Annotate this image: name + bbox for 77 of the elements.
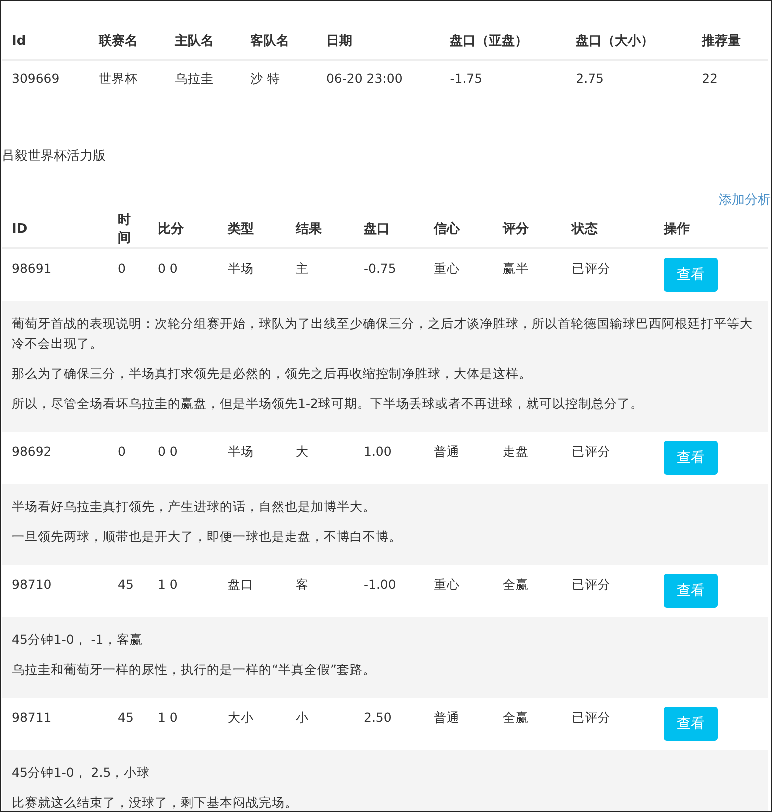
view-button[interactable]: 查看 [664,707,718,741]
table-cell: 已评分 [572,444,611,459]
table-cell: 0 0 [158,261,178,276]
view-button[interactable]: 查看 [664,258,718,292]
table-cell: -1.00 [364,577,396,592]
analysis-text: 半场看好乌拉圭真打领先，产生进球的话，自然也是加博半大。 [12,498,377,516]
column-header: 联赛名 [89,23,165,60]
table-cell: 2.50 [364,710,392,725]
table-cell: 半场 [228,261,254,276]
table-cell: 已评分 [572,710,611,725]
table-cell: 盘口 [228,577,254,592]
add-analysis-link[interactable]: 添加分析 [719,191,771,209]
column-header: 主队名 [164,23,241,60]
table-cell: 1.00 [364,444,392,459]
table-cell: -0.75 [364,261,396,276]
table-cell: -1.75 [440,60,566,105]
table-cell: 乌拉圭 [164,60,241,105]
table-cell: 45 [118,577,134,592]
table-cell: 0 [118,261,126,276]
table-cell: 半场 [228,444,254,459]
analysis-text: 那么为了确保三分，半场真打求领先是必然的，领先之后再收缩控制净胜球，大体是这样。 [12,365,533,383]
table-cell: 已评分 [572,261,611,276]
analysis-text: 比赛就这么结束了，没球了，剩下基本闷战完场。 [12,794,299,811]
column-header: 盘口（亚盘） [440,23,566,60]
table-cell: 全赢 [503,577,529,592]
table-cell: 普通 [434,710,460,725]
table-cell: 重心 [434,577,460,592]
column-header: 客队名 [240,23,316,60]
table-cell: 06-20 23:00 [316,60,440,105]
analysis-text: 45分钟1-0， -1，客赢 [12,631,144,649]
column-header: 比分 [148,211,218,248]
table-cell: 98692 [12,444,52,459]
table-cell: 全赢 [503,710,529,725]
table-cell: 2.75 [566,60,692,105]
table-cell: 普通 [434,444,460,459]
column-header: Id [2,23,90,60]
column-header: 类型 [218,211,286,248]
table-cell: 沙 特 [240,60,316,105]
column-header: 结果 [286,211,354,248]
column-header: 盘口（大小） [566,23,692,60]
analysis-text: 一旦领先两球，顺带也是开大了，即便一球也是走盘，不博白不博。 [12,528,403,546]
table-cell: 98711 [12,710,52,725]
column-header: 信心 [424,211,493,248]
table-cell: 已评分 [572,577,611,592]
column-header: ID [2,211,108,248]
table-cell: 98710 [12,577,52,592]
column-header: 时间 [108,211,148,248]
view-button[interactable]: 查看 [664,574,718,608]
table-cell: 大 [296,444,309,459]
table-cell: 0 0 [158,444,178,459]
table-cell: 0 [118,444,126,459]
table-cell: 走盘 [503,444,529,459]
column-header: 日期 [316,23,440,60]
analysis-text: 乌拉圭和葡萄牙一样的尿性，执行的是一样的“半真全假”套路。 [12,661,377,679]
table-cell: 1 0 [158,577,178,592]
table-cell: 世界杯 [89,60,165,105]
view-button[interactable]: 查看 [664,441,718,475]
column-header: 操作 [654,211,768,248]
table-cell: 重心 [434,261,460,276]
column-header: 评分 [493,211,562,248]
table-cell: 赢半 [503,261,529,276]
section-title: 吕毅世界杯活力版 [1,148,107,165]
table-cell: 1 0 [158,710,178,725]
table-cell: 98691 [12,261,52,276]
table-cell: 主 [296,261,309,276]
analysis-text: 葡萄牙首战的表现说明：次轮分组赛开始，球队为了出线至少确保三分，之后才谈净胜球，所以首轮德国输球巴西阿根廷打平等大冷不会出现了。 [12,315,754,353]
column-header: 盘口 [354,211,424,248]
analysis-text: 45分钟1-0， 2.5，小球 [12,764,152,782]
table-cell: 45 [118,710,134,725]
table-cell: 小 [296,710,309,725]
table-cell: 309669 [2,60,90,105]
column-header: 推荐量 [692,23,768,60]
analysis-text: 所以，尽管全场看坏乌拉圭的赢盘，但是半场领先1-2球可期。下半场丢球或者不再进球，就可以控制总分了。 [12,395,644,413]
table-cell: 22 [692,60,768,105]
column-header: 状态 [562,211,654,248]
table-cell: 客 [296,577,309,592]
table-cell: 大小 [228,710,254,725]
